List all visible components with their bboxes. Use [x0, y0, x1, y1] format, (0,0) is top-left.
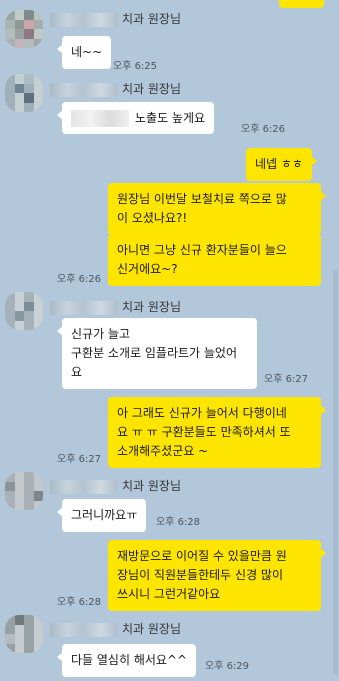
- message-text: 노출도 높게요: [135, 111, 206, 125]
- message-bubble-sent[interactable]: 원장님 이번달 보철치료 쪽으로 많 이 오셨나요?!: [108, 183, 326, 235]
- message-text: 재방문으로 이어질 수 있을만큼 원 장님이 직원분들한테두 신경 많이 쓰시니…: [117, 549, 287, 601]
- message-time: 오후 6:27: [57, 454, 102, 465]
- message-text: 신규가 늘고 구환분 소개로 임플라트가 늘었어 요: [71, 327, 238, 379]
- message-bubble-received[interactable]: 신규가 늘고 구환분 소개로 임플라트가 늘었어 요: [57, 318, 257, 389]
- message-time: 오후 6:26: [57, 274, 102, 285]
- message-bubble-received[interactable]: 노출도 높게요: [56, 102, 215, 134]
- message-bubble-sent[interactable]: 재방문으로 이어질 수 있을만큼 원 장님이 직원분들한테두 신경 많이 쓰시니…: [108, 540, 326, 611]
- message-time: 오후 6:29: [205, 661, 250, 672]
- message-text: 아 그래도 신규가 늘어서 다행이네 요 ㅠ ㅠ 구환분들도 만족하셔서 또 소…: [117, 406, 291, 458]
- redacted-name: [50, 300, 118, 315]
- avatar[interactable]: [5, 615, 43, 653]
- avatar[interactable]: [5, 10, 43, 48]
- message-time: 오후 6:25: [113, 61, 158, 72]
- avatar[interactable]: [5, 74, 43, 112]
- avatar[interactable]: [5, 472, 43, 510]
- message-text: 원장님 이번달 보철치료 쪽으로 많 이 오셨나요?!: [117, 192, 287, 225]
- message-bubble-sent[interactable]: 아니면 그냥 신규 환자분들이 늘으 신거에요~?: [108, 234, 321, 286]
- redacted-text: [71, 110, 129, 127]
- message-text: 다들 열심히 해서요^^: [71, 653, 188, 667]
- message-time: 오후 6:26: [241, 124, 286, 135]
- message-text: 그러니까요ㅠ: [71, 508, 138, 522]
- sender-name: 치과 원장님: [50, 477, 181, 494]
- redacted-name: [50, 12, 118, 27]
- message-bubble-received[interactable]: 네~~: [56, 36, 112, 69]
- message-time: 오후 6:28: [57, 597, 102, 608]
- scrollbar[interactable]: [332, 0, 339, 681]
- redacted-name: [50, 479, 118, 494]
- redacted-name: [50, 82, 118, 97]
- message-time: 오후 6:27: [264, 374, 309, 385]
- scrollbar-thumb[interactable]: [333, 270, 338, 675]
- sender-name: 치과 원장님: [50, 80, 181, 97]
- message-time: 오후 6:28: [156, 517, 201, 528]
- redacted-name: [50, 622, 118, 637]
- sender-name: 치과 원장님: [50, 298, 181, 315]
- message-bubble-received[interactable]: 그러니까요ㅠ: [56, 499, 147, 532]
- message-bubble-sent[interactable]: 아 그래도 신규가 늘어서 다행이네 요 ㅠ ㅠ 구환분들도 만족하셔서 또 소…: [108, 397, 326, 468]
- sender-name: 치과 원장님: [50, 10, 181, 27]
- chat-area[interactable]: 치과 원장님 네~~ 오후 6:25 치과 원장님 노출도 높게요 오후 6:2…: [0, 0, 332, 681]
- avatar[interactable]: [5, 292, 43, 330]
- message-text: 아니면 그냥 신규 환자분들이 늘으 신거에요~?: [117, 243, 287, 276]
- message-bubble-received[interactable]: 다들 열심히 해서요^^: [56, 644, 197, 677]
- cut-off-bubble: [279, 0, 324, 8]
- message-bubble-sent[interactable]: 네넵 ㅎㅎ: [246, 148, 317, 181]
- message-text: 네넵 ㅎㅎ: [255, 157, 303, 171]
- sender-name: 치과 원장님: [50, 620, 181, 637]
- message-text: 네~~: [71, 45, 103, 59]
